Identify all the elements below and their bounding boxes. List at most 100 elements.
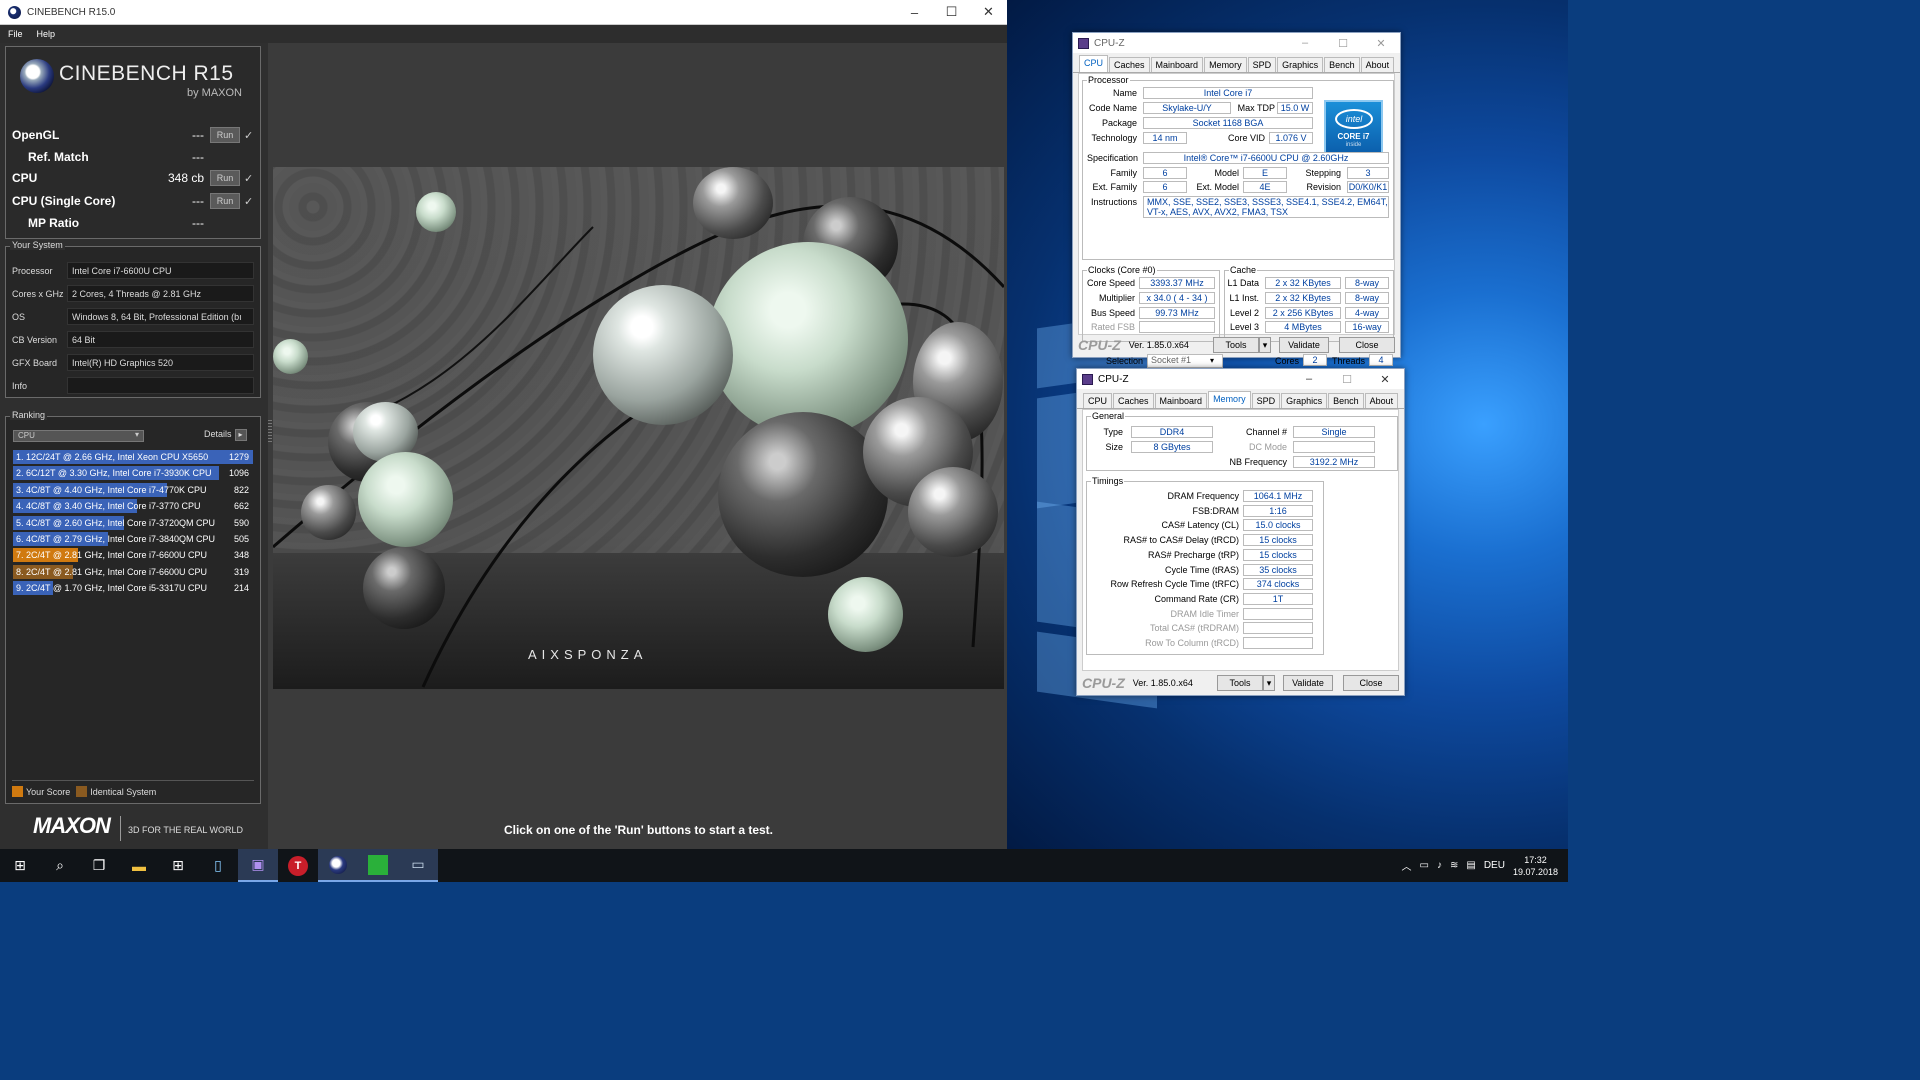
ranking-row[interactable]: 9. 2C/4T @ 1.70 GHz, Intel Core i5-3317U…	[13, 581, 253, 596]
notepad-icon[interactable]: ▯	[198, 849, 238, 882]
maximize-icon[interactable]: ☐	[1324, 37, 1362, 50]
windows-start-icon[interactable]: ⊞	[0, 849, 40, 882]
menu-file[interactable]: File	[8, 29, 23, 39]
field-label: Cores	[1274, 356, 1299, 366]
tab-memory[interactable]: Memory	[1204, 57, 1247, 72]
ranking-text: 9. 2C/4T @ 1.70 GHz, Intel Core i5-3317U…	[16, 583, 208, 594]
tab-about[interactable]: About	[1360, 57, 1395, 72]
system-value[interactable]: Intel Core i7-6600U CPU	[67, 262, 254, 279]
version-label: Ver. 1.85.0.x64	[1132, 678, 1193, 688]
system-row: OS Windows 8, 64 Bit, Professional Editio…	[12, 308, 254, 325]
close-icon[interactable]: ✕	[970, 4, 1007, 20]
ranking-text: 2. 6C/12T @ 3.30 GHz, Intel Core i7-3930…	[16, 468, 212, 479]
chevron-down-icon: ▾	[1210, 356, 1215, 365]
checkbox-single-core[interactable]: ✓	[244, 195, 256, 208]
ranking-text: 7. 2C/4T @ 2.81 GHz, Intel Core i7-6600U…	[16, 550, 208, 561]
tab-caches[interactable]: Caches	[1109, 57, 1150, 72]
store-icon[interactable]: ⊞	[158, 849, 198, 882]
ranking-row[interactable]: 8. 2C/4T @ 2.81 GHz, Intel Core i7-6600U…	[13, 564, 253, 579]
system-value[interactable]: 2 Cores, 4 Threads @ 2.81 GHz	[67, 285, 254, 302]
system-value[interactable]: 64 Bit	[67, 331, 254, 348]
tab-memory[interactable]: Memory	[1208, 391, 1251, 408]
minimize-icon[interactable]: –	[1290, 373, 1328, 385]
validate-button[interactable]: Validate	[1283, 675, 1333, 691]
language-indicator[interactable]: DEU	[1484, 860, 1505, 871]
ranking-row[interactable]: 1. 12C/24T @ 2.66 GHz, Intel Xeon CPU X5…	[13, 450, 253, 464]
run-cpu-button[interactable]: Run	[210, 170, 240, 186]
details-button[interactable]: Details ▸	[204, 429, 247, 441]
timing-value	[1243, 607, 1313, 620]
ranking-row[interactable]: 2. 6C/12T @ 3.30 GHz, Intel Core i7-3930…	[13, 466, 253, 481]
minimize-icon[interactable]: –	[896, 5, 933, 20]
tools-dropdown-icon[interactable]: ▾	[1263, 675, 1275, 691]
cinebench-icon[interactable]	[318, 849, 358, 882]
ranking-row[interactable]: 7. 2C/4T @ 2.81 GHz, Intel Core i7-6600U…	[13, 548, 253, 563]
maximize-icon[interactable]: ☐	[933, 4, 970, 20]
chevron-up-icon[interactable]: ︿	[1402, 858, 1412, 873]
tab-caches[interactable]: Caches	[1113, 393, 1154, 408]
cpuz-titlebar[interactable]: CPU-Z – ☐ ✕	[1073, 33, 1400, 53]
tools-button[interactable]: Tools	[1217, 675, 1263, 691]
close-icon[interactable]: ✕	[1366, 373, 1404, 386]
cinebench-titlebar[interactable]: CINEBENCH R15.0 – ☐ ✕	[0, 0, 1007, 25]
tab-about[interactable]: About	[1364, 393, 1399, 408]
system-info-field[interactable]	[67, 377, 254, 394]
wifi-icon[interactable]: ≋	[1450, 860, 1458, 871]
render-sphere	[301, 485, 356, 540]
ranking-select[interactable]: CPU ▾	[13, 430, 144, 442]
action-center-icon[interactable]: ▤	[1466, 860, 1475, 871]
tab-graphics[interactable]: Graphics	[1277, 57, 1324, 72]
core-vid: 1.076 V	[1269, 132, 1313, 144]
close-button[interactable]: Close	[1339, 337, 1395, 353]
checkbox-opengl[interactable]: ✓	[244, 129, 256, 142]
field-label: Technology	[1091, 133, 1137, 143]
ranking-row[interactable]: 3. 4C/8T @ 4.40 GHz, Intel Core i7-4770K…	[13, 482, 253, 497]
field-label: Type	[1103, 427, 1123, 437]
render-sphere	[828, 577, 903, 652]
green-app-icon[interactable]	[358, 849, 398, 882]
system-value[interactable]: Intel(R) HD Graphics 520	[67, 354, 254, 371]
channel: Single	[1293, 426, 1375, 438]
close-button[interactable]: Close	[1343, 675, 1399, 691]
t-app-icon[interactable]: T	[278, 849, 318, 882]
cpuz-titlebar[interactable]: CPU-Z – ☐ ✕	[1077, 369, 1404, 389]
run-opengl-button[interactable]: Run	[210, 127, 240, 143]
minimize-icon[interactable]: –	[1286, 37, 1324, 49]
system-row: GFX Board Intel(R) HD Graphics 520	[12, 354, 254, 371]
tab-mainboard[interactable]: Mainboard	[1150, 57, 1204, 72]
tab-spd[interactable]: SPD	[1247, 57, 1277, 72]
run-single-core-button[interactable]: Run	[210, 193, 240, 209]
ranking-score: 822	[233, 484, 249, 495]
tab-mainboard[interactable]: Mainboard	[1154, 393, 1208, 408]
ranking-row[interactable]: 4. 4C/8T @ 3.40 GHz, Intel Core i7-3770 …	[13, 499, 253, 514]
tab-bench[interactable]: Bench	[1328, 393, 1364, 408]
clock[interactable]: 17:32 19.07.2018	[1513, 854, 1558, 878]
system-value[interactable]: Windows 8, 64 Bit, Professional Edition …	[67, 308, 254, 325]
tab-bench[interactable]: Bench	[1324, 57, 1360, 72]
volume-icon[interactable]: ♪	[1437, 860, 1442, 871]
task-view-icon[interactable]: ❐	[79, 849, 119, 882]
search-icon[interactable]: ⌕	[40, 849, 80, 882]
ranking-row[interactable]: 5. 4C/8T @ 2.60 GHz, Intel Core i7-3720Q…	[13, 515, 253, 530]
close-icon[interactable]: ✕	[1362, 37, 1400, 50]
tab-cpu[interactable]: CPU	[1083, 393, 1113, 408]
file-explorer-icon[interactable]: ▬	[119, 849, 159, 882]
checkbox-cpu[interactable]: ✓	[244, 172, 256, 185]
tools-button[interactable]: Tools	[1213, 337, 1259, 353]
menu-help[interactable]: Help	[37, 29, 56, 39]
monitor-app-icon[interactable]: ▭	[398, 849, 438, 882]
cpuz-icon[interactable]: ▣	[238, 849, 278, 882]
maximize-icon[interactable]: ☐	[1328, 373, 1366, 386]
tab-cpu[interactable]: CPU	[1079, 55, 1109, 72]
timings-group: Timings DRAM Frequency 1064.1 MHz FSB:DRAM…	[1086, 476, 1324, 655]
resize-grip[interactable]	[268, 420, 272, 444]
ranking-row[interactable]: 6. 4C/8T @ 2.79 GHz, Intel Core i7-3840Q…	[13, 532, 253, 546]
validate-button[interactable]: Validate	[1279, 337, 1329, 353]
max-tdp: 15.0 W	[1277, 102, 1313, 114]
tab-graphics[interactable]: Graphics	[1281, 393, 1328, 408]
tools-dropdown-icon[interactable]: ▾	[1259, 337, 1271, 353]
cache-group: Cache L1 Data 2 x 32 KBytes 8-way L1 Ins…	[1224, 265, 1394, 342]
tab-spd[interactable]: SPD	[1251, 393, 1281, 408]
battery-icon[interactable]: ▭	[1420, 860, 1429, 871]
test-label: CPU (Single Core)	[12, 194, 116, 208]
